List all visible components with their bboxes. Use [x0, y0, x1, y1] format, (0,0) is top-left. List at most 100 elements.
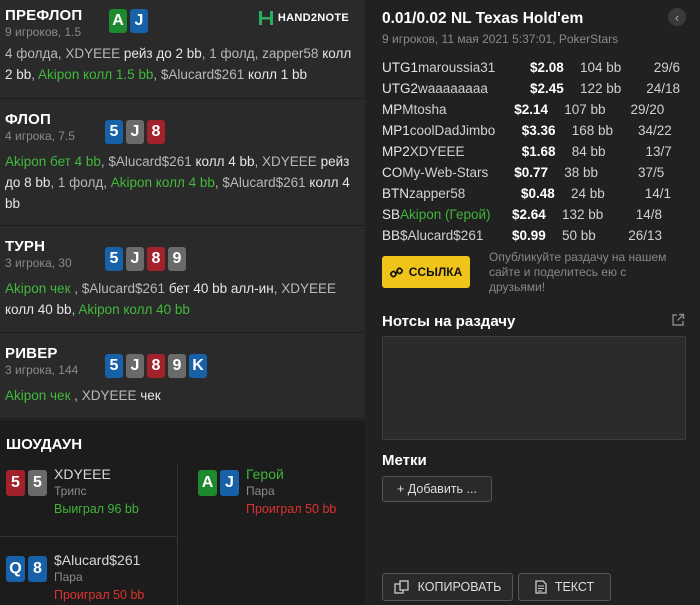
showdown-hero-name[interactable]: Герой	[246, 466, 336, 482]
action-text: бет 40 bb алл-ин	[168, 281, 274, 296]
player-position: MP1	[382, 123, 410, 138]
flop-actions: Akipon бет 4 bb, $Alucard$261 колл 4 bb,…	[5, 151, 365, 214]
preflop-actions: 4 фолда, XDYEEE рейз до 2 bb, 1 фолд, za…	[5, 43, 365, 85]
playing-card: J	[126, 354, 144, 378]
player-stack-bb: 38 bb	[564, 165, 599, 180]
hand2note-logo-icon	[258, 11, 273, 25]
showdown-player-hand: Трипс	[54, 484, 87, 498]
hand-info-panel: 0.01/0.02 NL Texas Hold'em 9 игроков, 11…	[365, 0, 700, 605]
playing-card: J	[126, 120, 144, 144]
playing-card: 8	[147, 354, 165, 378]
player-row: MP Mtosha $2.14 107 bb 29/20	[382, 99, 692, 120]
player-position: SB	[382, 207, 401, 222]
copy-icon	[393, 580, 409, 594]
player-stack: $2.14	[514, 102, 549, 117]
player-stats: 14/1	[644, 186, 671, 201]
player-name[interactable]: Akipon (Герой)	[400, 207, 512, 222]
player-row: CO My-Web-Stars $0.77 38 bb 37/5	[382, 162, 692, 183]
notes-title: Нотсы на раздачу	[382, 313, 516, 330]
showdown-player-cards: Q8	[6, 556, 47, 582]
player-name[interactable]: $Alucard$261	[400, 228, 512, 243]
external-link-icon[interactable]	[671, 313, 685, 327]
flop-title: ФЛОП	[5, 111, 52, 128]
playing-card: A	[198, 470, 217, 496]
action-text: рейз до 2 bb	[123, 46, 202, 61]
player-row: UTG2 waaaaaaaa $2.45 122 bb 24/18	[382, 78, 692, 99]
hand-history-panel: ПРЕФЛОП 9 игроков, 1.5 AJ HAND2NOTE 4 фо…	[0, 0, 365, 605]
hero-action-text[interactable]: Akipon бет 4 bb	[5, 154, 101, 169]
player-stack-bb: 84 bb	[571, 144, 606, 159]
playing-card: 9	[168, 354, 186, 378]
showdown-title: ШОУДАУН	[6, 436, 83, 453]
preflop-cards: AJ	[109, 9, 148, 33]
playing-card: 5	[105, 354, 123, 378]
playing-card: A	[109, 9, 127, 33]
link-button-label: ССЫЛКА	[408, 265, 463, 279]
action-text: , XDYEEE	[254, 154, 321, 169]
document-icon	[535, 580, 547, 594]
playing-card: 8	[147, 120, 165, 144]
action-text: 4 фолда, XDYEEE	[5, 46, 124, 61]
river-section: РИВЕР 3 игрока, 144 5J89K Akipon чек , X…	[0, 333, 365, 419]
player-stack: $0.48	[521, 186, 555, 201]
player-stack-bb: 132 bb	[562, 207, 604, 222]
hero-action-text[interactable]: Akipon колл 1.5 bb	[38, 67, 153, 82]
playing-card: J	[126, 247, 144, 271]
showdown-player-name: XDYEEE	[54, 466, 111, 482]
river-header: РИВЕР 3 игрока, 144 5J89K	[5, 345, 365, 381]
link-icon	[389, 266, 403, 278]
player-stack-bb: 107 bb	[564, 102, 606, 117]
river-actions: Akipon чек , XDYEEE чек	[5, 385, 365, 406]
playing-card: K	[189, 354, 207, 378]
hero-action-text[interactable]: Akipon колл 40 bb	[78, 302, 190, 317]
divider	[177, 464, 178, 536]
playing-card: Q	[6, 556, 25, 582]
hero-action-text[interactable]: Akipon чек	[5, 281, 74, 296]
action-text: колл 40 bb	[5, 302, 72, 317]
player-position: CO	[382, 165, 403, 180]
player-stats: 14/8	[635, 207, 663, 222]
text-button-label: ТЕКСТ	[554, 580, 595, 594]
link-button[interactable]: ССЫЛКА	[382, 256, 470, 288]
player-name[interactable]: waaaaaaaa	[418, 81, 530, 96]
player-name[interactable]: zapper58	[409, 186, 521, 201]
showdown-hero-result: Проиграл 50 bb	[246, 502, 337, 516]
player-stack-bb: 122 bb	[580, 81, 622, 96]
player-stack: $2.64	[512, 207, 546, 222]
action-text: , 1 фолд,	[50, 175, 111, 190]
playing-card: 8	[28, 556, 47, 582]
player-position: MP	[382, 102, 403, 117]
hand2note-logo: HAND2NOTE	[258, 10, 349, 26]
player-stack-bb: 50 bb	[562, 228, 596, 243]
player-stats: 29/6	[653, 60, 681, 75]
hero-action-text[interactable]: Akipon колл 4 bb	[111, 175, 215, 190]
back-button[interactable]: ‹	[668, 8, 686, 26]
player-stack-bb: 168 bb	[571, 123, 614, 138]
turn-header: ТУРН 3 игрока, 30 5J89	[5, 238, 365, 274]
flop-section: ФЛОП 4 игрока, 7.5 5J8 Akipon бет 4 bb, …	[0, 99, 365, 226]
turn-cards: 5J89	[105, 247, 186, 271]
marks-title: Метки	[382, 452, 427, 469]
playing-card: 5	[105, 120, 123, 144]
hero-action-text[interactable]: Akipon чек	[5, 388, 74, 403]
add-mark-button[interactable]: + Добавить ...	[382, 476, 492, 502]
copy-button-label: КОПИРОВАТЬ	[417, 580, 502, 594]
preflop-section: ПРЕФЛОП 9 игроков, 1.5 AJ HAND2NOTE 4 фо…	[0, 0, 365, 99]
game-subtitle: 9 игроков, 11 мая 2021 5:37:01, PokerSta…	[382, 32, 619, 46]
notes-textarea[interactable]	[382, 336, 686, 440]
player-stack: $1.68	[521, 144, 556, 159]
player-name[interactable]: coolDadJimbo	[410, 123, 522, 138]
player-name[interactable]: XDYEEE	[410, 144, 522, 159]
showdown-section: ШОУДАУН 55 XDYEEE Трипс Выиграл 96 bb AJ…	[0, 420, 365, 605]
player-name[interactable]: Mtosha	[402, 102, 514, 117]
showdown-hero-cards: AJ	[198, 470, 239, 496]
text-button[interactable]: ТЕКСТ	[518, 573, 611, 601]
showdown-player-name: $Alucard$261	[54, 552, 141, 568]
player-name[interactable]: My-Web-Stars	[402, 165, 514, 180]
player-row: UTG1 maroussia31 $2.08 104 bb 29/6	[382, 57, 692, 78]
chevron-left-icon: ‹	[674, 9, 680, 25]
copy-button[interactable]: КОПИРОВАТЬ	[382, 573, 513, 601]
player-name[interactable]: maroussia31	[418, 60, 530, 75]
player-stats: 29/20	[630, 102, 665, 117]
players-table: UTG1 maroussia31 $2.08 104 bb 29/6 UTG2 waaaaa…	[382, 57, 692, 246]
